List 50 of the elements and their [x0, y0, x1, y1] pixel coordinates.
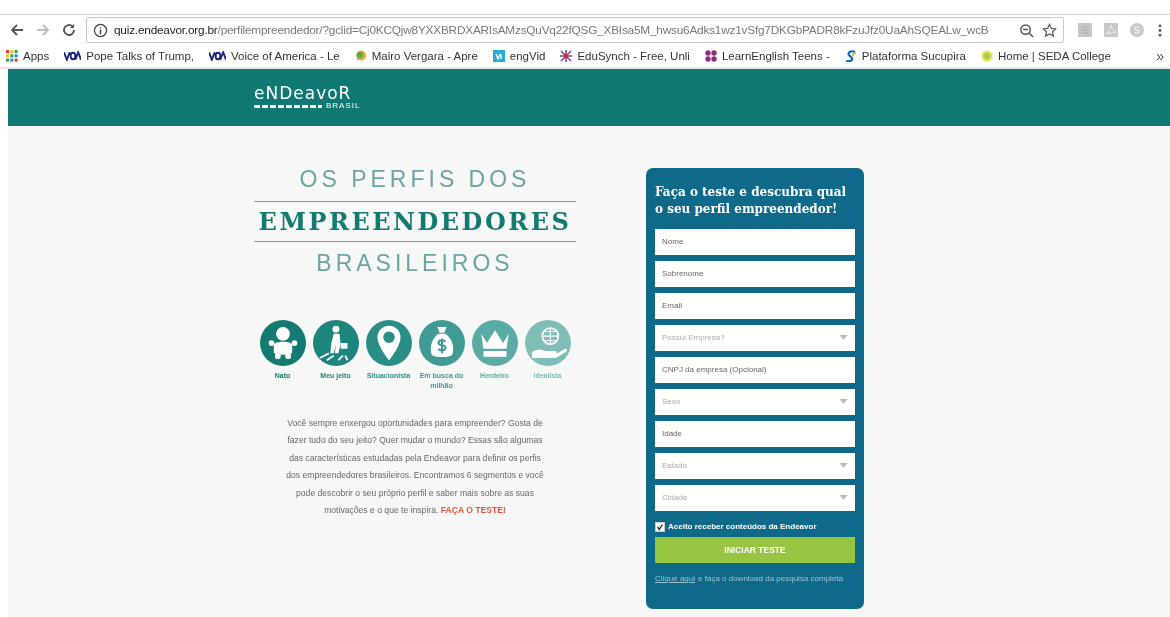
- caret-icon: [839, 463, 848, 469]
- input-field[interactable]: Nome: [655, 228, 855, 255]
- caret-icon: [839, 399, 848, 405]
- burst-icon: [560, 50, 573, 62]
- grid-icon: [6, 50, 18, 62]
- intro-text: Você sempre enxergou oportunidades para empreender? Gosta de fazer tudo do seu jeito? Quer mudar o mundo? Essas são algumas das características estudadas pela Endeavor para definir os perfis dos empreendedores brasileiros. Encontramos 6 segmentos e você pode descobrir o seu próprio perfil e saber mais sobre as suas motivações e o que te inspira. FAÇA O TESTE!: [285, 416, 545, 518]
- bookmark-item[interactable]: Plataforma Sucupira: [844, 50, 966, 62]
- caret-icon: [839, 495, 848, 501]
- url-text: quiz.endeavor.org.br/perfilempreendedor/?gclid=Cj0KCQjw8YXXBRDXARIsAMzsQuVq22fQSG_XBIsa5M_hwsu6Adks1wz1vSfg7DKGbPADR8kFzuJfz0UaAhSQEALw_wcB: [114, 23, 990, 37]
- consent-label: Aceito receber conteúdos da Endeavor: [668, 522, 817, 532]
- walking-person-icon[interactable]: [312, 320, 359, 366]
- bookmark-item[interactable]: Pope Talks of Trump,: [64, 50, 195, 62]
- bookmark-item[interactable]: Apps: [6, 50, 50, 62]
- crown-icon[interactable]: [471, 320, 518, 366]
- bookmark-item[interactable]: EduSynch - Free, Unli: [560, 50, 690, 62]
- form-title: Faça o teste e descubra qual o seu perfil empreendedor!: [655, 184, 848, 219]
- speech-bubble-icon: [354, 50, 367, 62]
- menu-icon[interactable]: [1158, 22, 1162, 38]
- back-icon[interactable]: [9, 22, 25, 38]
- star-icon[interactable]: [1042, 22, 1057, 38]
- input-field[interactable]: CNPJ da empresa (Opcional): [655, 356, 855, 383]
- letters-icon: [64, 51, 82, 61]
- circle-icon: [980, 50, 993, 62]
- letters-icon: [209, 51, 227, 61]
- money-bag-icon[interactable]: [418, 320, 465, 366]
- address-bar[interactable]: quiz.endeavor.org.br/perfilempreendedor/?gclid=Cj0KCQjw8YXXBRDXARIsAMzsQuVq22fQSG_XBIsa5M_hwsu6Adks1wz1vSfg7DKGbPADR8kFzuJfz0UaAhSQEALw_wcB: [86, 17, 1064, 43]
- consent-checkbox[interactable]: [655, 521, 665, 532]
- more-bookmarks-button[interactable]: »: [1156, 48, 1164, 64]
- input-field[interactable]: Email: [655, 292, 855, 319]
- reload-icon[interactable]: [61, 22, 77, 38]
- bookmark-item[interactable]: Voice of America - Le: [209, 50, 340, 62]
- four-dots-icon: [704, 50, 717, 62]
- input-field[interactable]: Idade: [655, 420, 855, 447]
- location-pin-icon[interactable]: [365, 320, 412, 366]
- letters-icon: [492, 50, 505, 62]
- bookmark-item[interactable]: Home | SEDA College: [980, 50, 1111, 62]
- logo[interactable]: eNDeavoR BRASIL: [254, 85, 361, 110]
- bookmark-item[interactable]: engVid: [492, 50, 546, 62]
- bookmark-item[interactable]: LearnEnglish Teens -: [704, 50, 830, 62]
- zoom-out-icon[interactable]: [1019, 22, 1034, 38]
- swirl-icon: [844, 50, 857, 62]
- info-icon[interactable]: [93, 22, 108, 38]
- caret-icon: [839, 335, 848, 341]
- input-field[interactable]: Sobrenome: [655, 260, 855, 287]
- baby-icon[interactable]: [259, 320, 306, 366]
- download-text: e faça o download da pesquisa completa: [698, 573, 844, 583]
- bookmark-item[interactable]: Mairo Vergara - Apre: [354, 50, 478, 62]
- hero-title: OS PERFIS DOS: [299, 168, 531, 191]
- hero-title: BRASILEIROS: [316, 252, 514, 275]
- hero-title: EMPREENDEDORES: [254, 201, 576, 242]
